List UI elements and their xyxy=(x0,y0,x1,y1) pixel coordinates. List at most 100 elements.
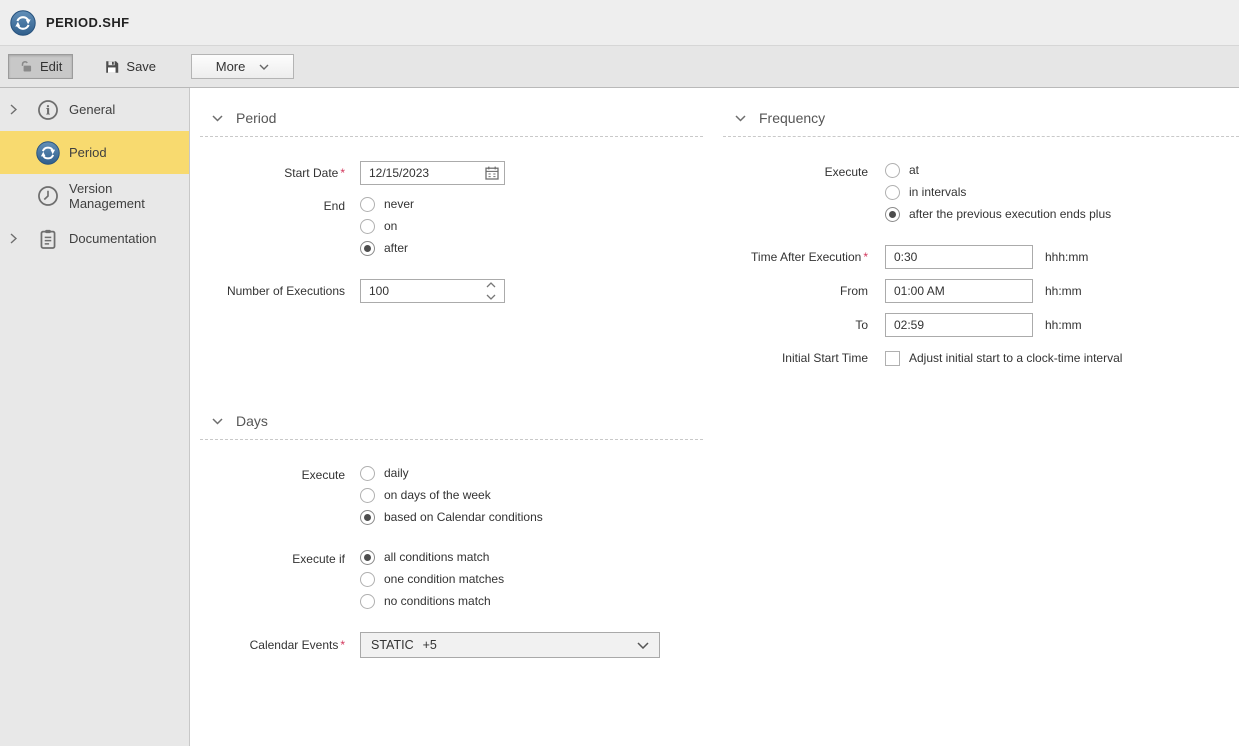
sidebar-item-label: Version Management xyxy=(69,181,189,211)
execute-if-radio-group: all conditions match one condition match… xyxy=(360,548,504,610)
stepper-down-icon[interactable] xyxy=(486,294,496,300)
number-of-executions-input[interactable] xyxy=(360,279,505,303)
collapse-chevron-icon[interactable] xyxy=(735,115,746,122)
lock-open-icon xyxy=(19,59,34,74)
info-icon: i xyxy=(36,98,60,122)
collapse-chevron-icon[interactable] xyxy=(212,115,223,122)
adjust-initial-start-checkbox[interactable] xyxy=(885,351,900,366)
execute-if-option-one[interactable]: one condition matches xyxy=(360,570,504,588)
titlebar: PERIOD.SHF xyxy=(0,0,1239,46)
sidebar-item-version-management[interactable]: Version Management xyxy=(0,174,189,217)
from-input[interactable] xyxy=(885,279,1033,303)
radio-in-intervals[interactable] xyxy=(885,185,900,200)
sidebar-item-general[interactable]: i General xyxy=(0,88,189,131)
to-hint: hh:mm xyxy=(1045,313,1082,337)
period-refresh-icon xyxy=(36,141,60,165)
section-frequency-header: Frequency xyxy=(723,104,1239,137)
sidebar-item-period[interactable]: Period xyxy=(0,131,189,174)
adjust-initial-start-option[interactable]: Adjust initial start to a clock-time int… xyxy=(885,349,1122,367)
calendar-events-extra-count: +5 xyxy=(423,638,437,652)
section-days: Days Execute daily xyxy=(200,407,703,658)
sidebar-item-documentation[interactable]: Documentation xyxy=(0,217,189,260)
application-window: PERIOD.SHF Edit Save More xyxy=(0,0,1239,746)
edit-button[interactable]: Edit xyxy=(8,54,73,79)
radio-at[interactable] xyxy=(885,163,900,178)
section-period-header: Period xyxy=(200,104,703,137)
section-frequency: Frequency Execute at xyxy=(723,104,1239,369)
section-period: Period Start Date* xyxy=(200,104,703,303)
chevron-right-icon[interactable] xyxy=(10,104,36,115)
days-execute-label: Execute xyxy=(200,464,345,486)
execute-option-daily[interactable]: daily xyxy=(360,464,543,482)
frequency-option-at[interactable]: at xyxy=(885,161,1111,179)
section-title: Period xyxy=(236,110,276,126)
radio-one-condition[interactable] xyxy=(360,572,375,587)
start-date-label: Start Date* xyxy=(200,162,345,184)
toolbar: Edit Save More xyxy=(0,46,1239,88)
section-days-header: Days xyxy=(200,407,703,440)
radio-no-conditions[interactable] xyxy=(360,594,375,609)
sidebar-item-label: General xyxy=(69,102,115,117)
radio-on[interactable] xyxy=(360,219,375,234)
sidebar: i General Perio xyxy=(0,88,190,746)
number-stepper[interactable] xyxy=(486,282,498,300)
collapse-chevron-icon[interactable] xyxy=(212,418,223,425)
radio-never[interactable] xyxy=(360,197,375,212)
end-option-on[interactable]: on xyxy=(360,217,414,235)
radio-after[interactable] xyxy=(360,241,375,256)
execute-if-option-none[interactable]: no conditions match xyxy=(360,592,504,610)
save-icon xyxy=(104,59,120,75)
svg-text:i: i xyxy=(46,103,51,117)
radio-after-previous[interactable] xyxy=(885,207,900,222)
to-input[interactable] xyxy=(885,313,1033,337)
section-title: Days xyxy=(236,413,268,429)
radio-calendar-conditions[interactable] xyxy=(360,510,375,525)
to-label: To xyxy=(723,314,868,336)
required-marker: * xyxy=(340,166,345,180)
edit-button-label: Edit xyxy=(40,59,62,74)
sidebar-item-label: Documentation xyxy=(69,231,156,246)
clipboard-icon xyxy=(36,227,60,251)
radio-all-conditions[interactable] xyxy=(360,550,375,565)
end-radio-group: never on after xyxy=(360,195,414,257)
time-after-execution-label: Time After Execution* xyxy=(723,246,868,268)
time-after-execution-input[interactable] xyxy=(885,245,1033,269)
frequency-option-in-intervals[interactable]: in intervals xyxy=(885,183,1111,201)
more-button[interactable]: More xyxy=(191,54,294,79)
frequency-execute-radio-group: at in intervals after the previous execu… xyxy=(885,161,1111,223)
days-execute-radio-group: daily on days of the week based on Calen… xyxy=(360,464,543,526)
chevron-right-icon[interactable] xyxy=(10,233,36,244)
radio-days-of-week[interactable] xyxy=(360,488,375,503)
calendar-events-dropdown[interactable]: STATIC +5 xyxy=(360,632,660,658)
save-button-label: Save xyxy=(126,59,156,74)
calendar-events-label: Calendar Events* xyxy=(200,634,345,656)
initial-start-time-label: Initial Start Time xyxy=(723,347,868,369)
execute-option-days-of-week[interactable]: on days of the week xyxy=(360,486,543,504)
clock-icon xyxy=(36,184,60,208)
more-button-label: More xyxy=(216,59,246,74)
execute-if-option-all[interactable]: all conditions match xyxy=(360,548,504,566)
frequency-execute-label: Execute xyxy=(723,161,868,183)
required-marker: * xyxy=(340,638,345,652)
time-after-execution-hint: hhh:mm xyxy=(1045,245,1088,269)
radio-daily[interactable] xyxy=(360,466,375,481)
end-label: End xyxy=(200,195,345,217)
stepper-up-icon[interactable] xyxy=(486,282,496,288)
section-title: Frequency xyxy=(759,110,825,126)
number-of-executions-label: Number of Executions xyxy=(200,280,345,302)
from-hint: hh:mm xyxy=(1045,279,1082,303)
frequency-option-after-previous[interactable]: after the previous execution ends plus xyxy=(885,205,1111,223)
execute-option-calendar-conditions[interactable]: based on Calendar conditions xyxy=(360,508,543,526)
chevron-down-icon xyxy=(637,642,649,649)
end-option-never[interactable]: never xyxy=(360,195,414,213)
sidebar-item-label: Period xyxy=(69,145,107,160)
required-marker: * xyxy=(863,250,868,264)
period-refresh-icon xyxy=(10,10,36,36)
save-button[interactable]: Save xyxy=(93,54,167,79)
end-option-after[interactable]: after xyxy=(360,239,414,257)
chevron-down-icon xyxy=(259,64,269,70)
calendar-events-value: STATIC xyxy=(371,638,414,652)
main-content: Period Start Date* xyxy=(190,88,1239,746)
calendar-icon[interactable] xyxy=(484,165,500,181)
from-label: From xyxy=(723,280,868,302)
